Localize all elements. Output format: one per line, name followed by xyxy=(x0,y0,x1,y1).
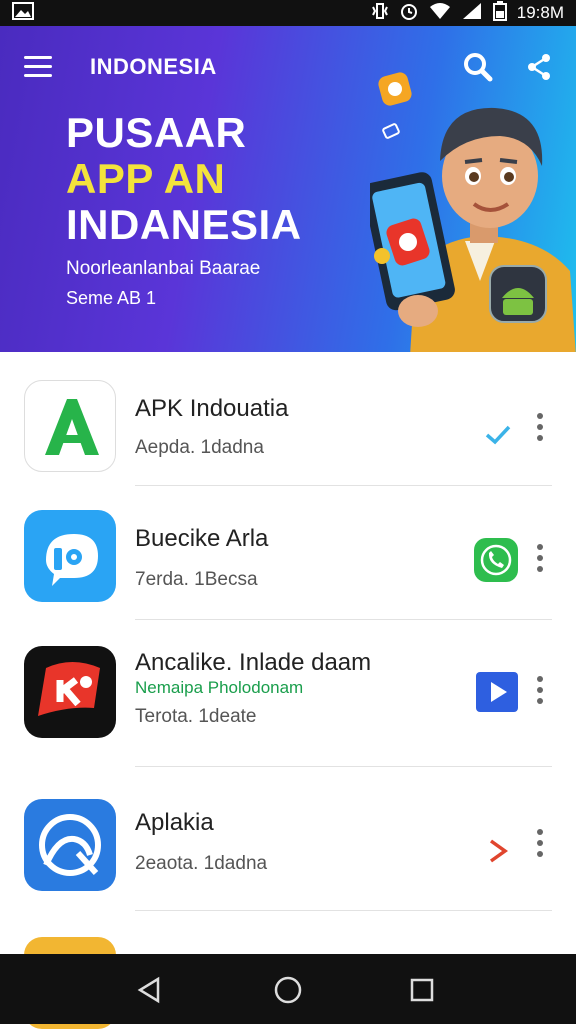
overflow-menu-icon[interactable] xyxy=(532,413,548,445)
check-icon xyxy=(484,424,512,451)
app-subtitle: 7erda. 1Becsa xyxy=(135,569,258,590)
headline-line-3: INDANESIA xyxy=(66,201,302,248)
app-tag: Nemaipa Pholodonam xyxy=(135,678,304,697)
headline-line-2: APP AN xyxy=(66,155,226,202)
gallery-icon xyxy=(12,1,34,25)
chevron-right-icon[interactable] xyxy=(486,837,510,870)
list-item[interactable]: Ancalike. Inlade daam Nemaipa Pholodonam… xyxy=(0,620,576,767)
signal-icon xyxy=(461,2,483,25)
list-item[interactable]: APK Indouatia Aepda. 1dadna xyxy=(0,352,576,486)
phone-icon[interactable] xyxy=(474,538,518,587)
play-icon[interactable] xyxy=(476,672,518,717)
overflow-menu-icon[interactable] xyxy=(532,676,548,708)
banner-subtitle: Noorleanlanbai Baarae xyxy=(66,258,261,279)
app-subtitle: Terota. 1deate xyxy=(135,706,257,727)
app-title[interactable]: Aplakia xyxy=(135,809,214,837)
navigation-bar xyxy=(0,954,576,1024)
banner-version: Seme AB 1 xyxy=(66,288,157,308)
app-subtitle: 2eaota. 1dadna xyxy=(135,853,268,874)
headline-line-1: PUSAAR xyxy=(66,109,247,156)
overflow-menu-icon[interactable] xyxy=(532,544,548,576)
wifi-icon xyxy=(429,2,451,25)
chat-app-icon xyxy=(24,510,116,602)
app-title[interactable]: Buecike Arla xyxy=(135,525,268,553)
list-item[interactable]: Buecike Arla 7erda. 1Becsa xyxy=(0,486,576,620)
back-icon[interactable] xyxy=(136,976,162,1009)
vibrate-icon xyxy=(371,2,389,25)
apk-app-icon xyxy=(24,380,116,472)
list-item[interactable] xyxy=(0,911,576,1029)
home-icon[interactable] xyxy=(274,976,302,1009)
alarm-icon xyxy=(399,1,419,26)
menu-icon[interactable] xyxy=(24,56,52,78)
region-title: INDONESIA xyxy=(90,54,217,79)
status-bar: 19:8M xyxy=(0,0,576,26)
video-app-icon xyxy=(24,646,116,738)
app-subtitle: Aepda. 1dadna xyxy=(135,437,264,458)
battery-icon xyxy=(492,0,507,26)
banner-headline: PUSAAR APP AN INDANESIA xyxy=(66,110,302,248)
app-title[interactable]: APK Indouatia xyxy=(135,395,288,423)
aplakia-app-icon xyxy=(24,799,116,891)
app-list: APK Indouatia Aepda. 1dadna Buecike Arla… xyxy=(0,352,576,1029)
recent-apps-icon[interactable] xyxy=(410,978,434,1007)
app-title[interactable]: Ancalike. Inlade daam xyxy=(135,649,371,677)
mascot-illustration xyxy=(370,72,576,352)
clock-time: 19:8M xyxy=(516,3,564,22)
list-item[interactable]: Aplakia 2eaota. 1dadna xyxy=(0,767,576,911)
hero-banner: INDONESIA PUSAAR APP AN INDANESIA Noorle… xyxy=(0,26,576,352)
overflow-menu-icon[interactable] xyxy=(532,829,548,861)
